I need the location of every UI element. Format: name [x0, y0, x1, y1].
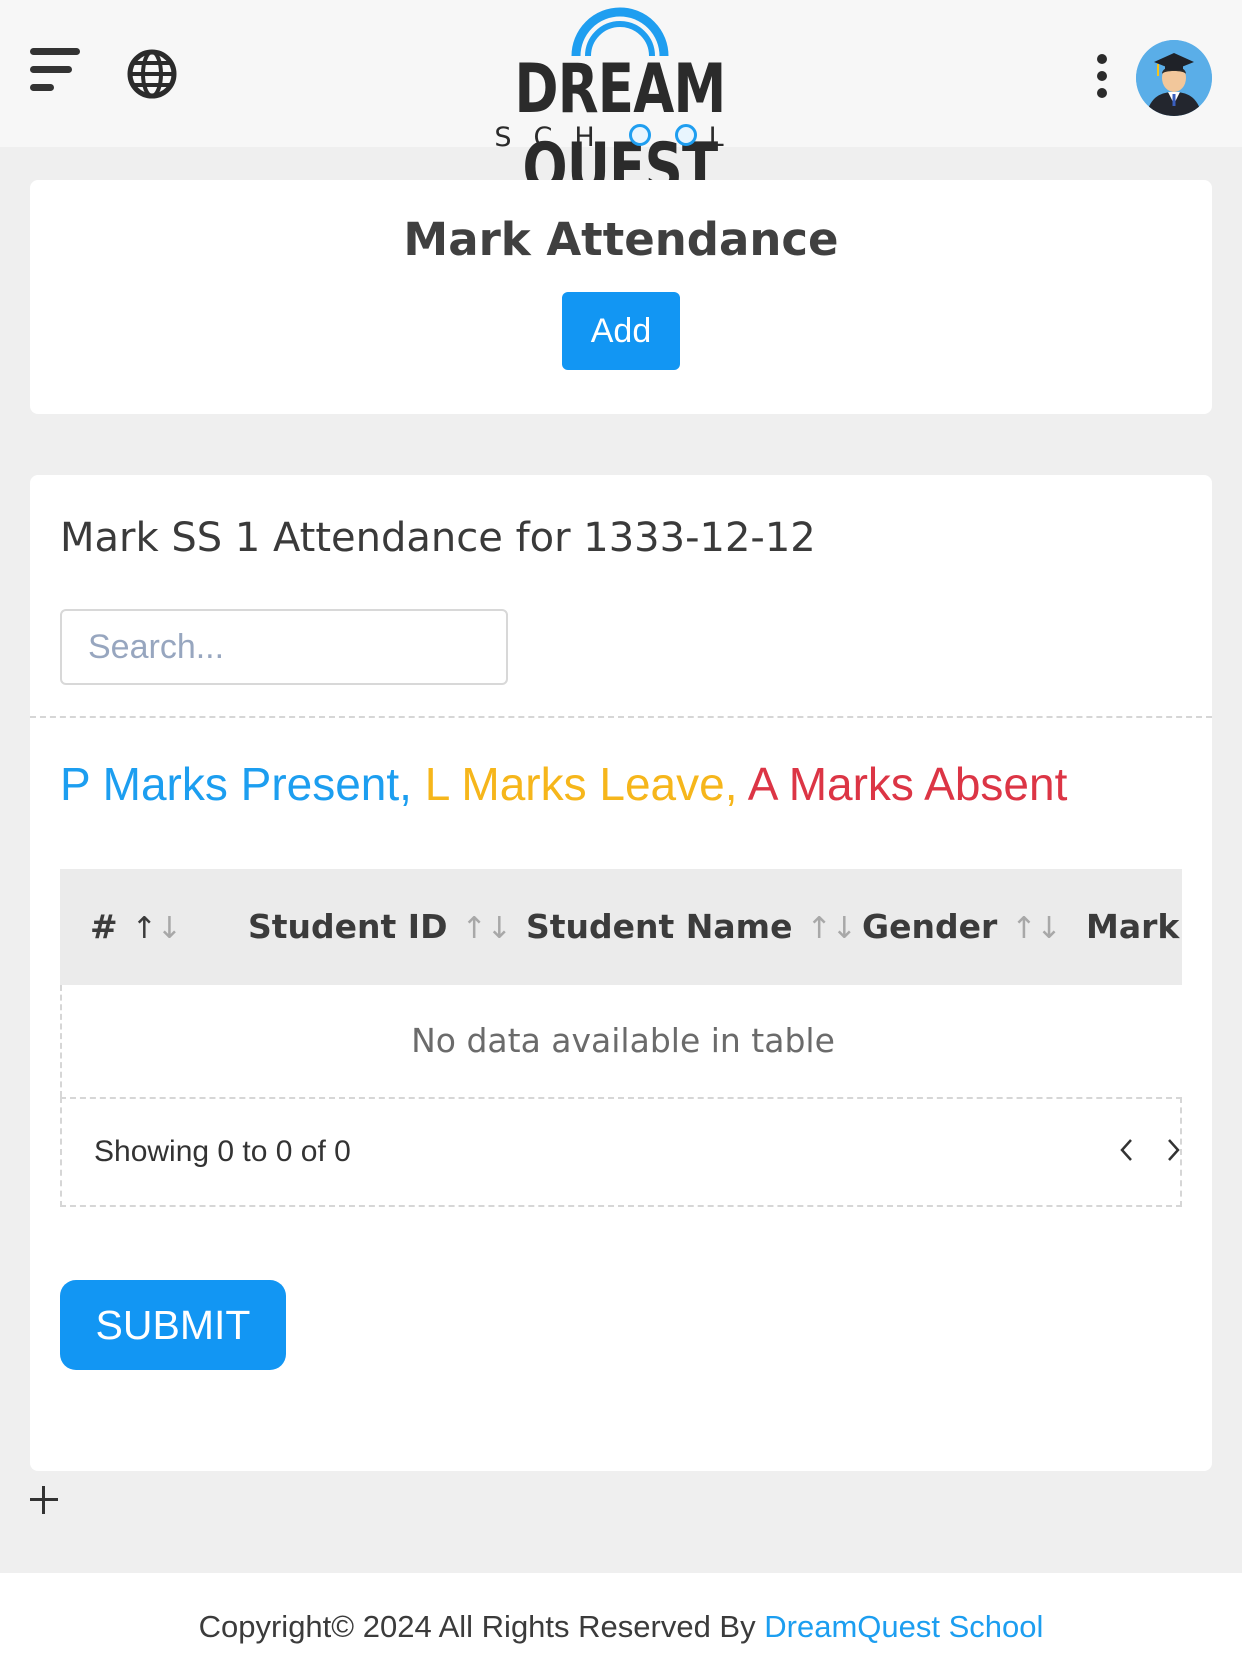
legend-absent: A Marks Absent	[747, 758, 1068, 810]
table-header: # ↑↓ Student ID ↑↓ Student Name ↑↓ Gender ↑↓…	[60, 869, 1182, 985]
legend-present: P Marks Present,	[60, 758, 412, 810]
divider	[30, 716, 1212, 718]
top-bar: DREAM QUEST SCH L	[0, 0, 1242, 208]
more-vertical-icon[interactable]	[1090, 54, 1114, 100]
logo-arc-icon	[571, 7, 669, 56]
column-label: Mark	[1086, 907, 1180, 946]
column-header-student-name[interactable]: Student Name ↑↓	[526, 869, 857, 985]
column-header-number[interactable]: # ↑↓	[90, 869, 182, 985]
column-header-mark[interactable]: Mark↑↓	[1086, 869, 1182, 985]
column-label: Student ID	[248, 907, 448, 946]
logo-subtitle: SCH L	[420, 122, 820, 153]
column-header-gender[interactable]: Gender ↑↓	[862, 869, 1062, 985]
logo-sub-prefix: SCH	[494, 122, 617, 153]
column-label: Student Name	[526, 907, 793, 946]
search-input[interactable]	[60, 609, 508, 685]
legend-leave: L Marks Leave,	[424, 758, 738, 810]
user-avatar[interactable]	[1136, 40, 1212, 116]
chevron-left-icon[interactable]	[1112, 1135, 1142, 1165]
globe-icon[interactable]	[126, 48, 178, 100]
add-button[interactable]: Add	[562, 292, 680, 370]
school-link[interactable]: DreamQuest School	[764, 1609, 1043, 1644]
sort-icon[interactable]: ↑↓	[132, 911, 182, 946]
logo-o-icon	[628, 123, 651, 146]
mark-attendance-card: Mark Attendance Add	[30, 180, 1212, 414]
copyright-label: Copyright© 2024 All Rights Reserved By	[198, 1609, 756, 1644]
plus-icon[interactable]	[30, 1486, 58, 1514]
column-label: Gender	[862, 907, 998, 946]
pagination-info: Showing 0 to 0 of 0	[94, 1135, 351, 1168]
table-body: No data available in table	[60, 985, 1182, 1097]
column-label: #	[90, 907, 118, 946]
attendance-legend: P Marks Present, L Marks Leave, A Marks …	[60, 757, 1067, 811]
footer: Copyright© 2024 All Rights Reserved By D…	[0, 1573, 1242, 1680]
school-logo[interactable]: DREAM QUEST SCH L	[420, 0, 820, 208]
menu-icon[interactable]	[30, 48, 84, 98]
section-title: Mark SS 1 Attendance for 1333-12-12	[60, 515, 816, 561]
logo-o-icon	[674, 123, 697, 146]
empty-table-message: No data available in table	[411, 1021, 835, 1060]
attendance-table-card: Mark SS 1 Attendance for 1333-12-12 P Ma…	[30, 475, 1212, 1471]
page-title: Mark Attendance	[403, 213, 839, 266]
sort-icon[interactable]: ↑↓	[1011, 911, 1061, 946]
sort-icon[interactable]: ↑↓	[461, 911, 511, 946]
copyright-text: Copyright© 2024 All Rights Reserved By D…	[0, 1573, 1242, 1680]
submit-button[interactable]: SUBMIT	[60, 1280, 286, 1370]
chevron-right-icon[interactable]	[1158, 1135, 1188, 1165]
sort-icon[interactable]: ↑↓	[806, 911, 856, 946]
column-header-student-id[interactable]: Student ID ↑↓	[248, 869, 512, 985]
logo-sub-suffix: L	[708, 122, 746, 153]
table-footer: Showing 0 to 0 of 0	[60, 1097, 1182, 1207]
